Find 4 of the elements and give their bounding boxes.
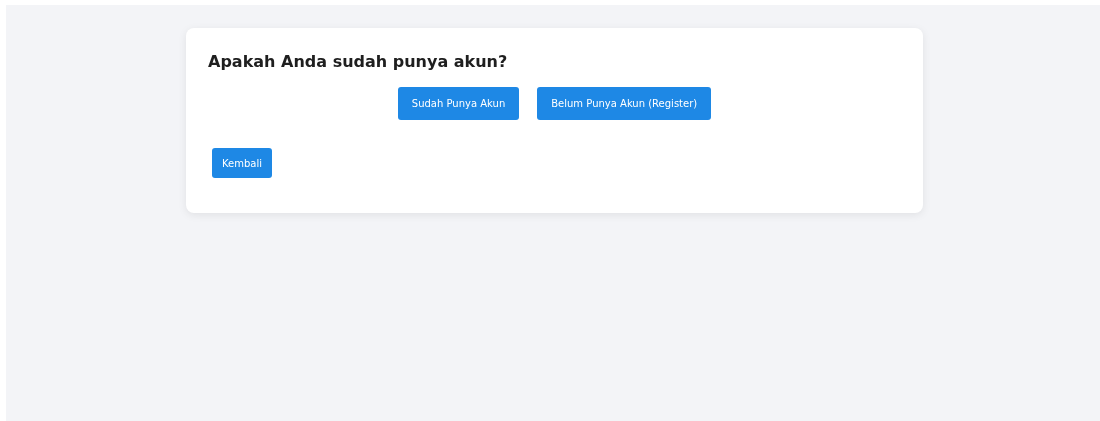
choice-button[interactable]: Sudah Punya Akun [397,87,520,120]
choice-button[interactable]: Belum Punya Akun (Register) [537,87,712,120]
back-button[interactable]: Kembali [212,148,272,178]
question-title: Apakah Anda sudah punya akun? [208,52,509,71]
